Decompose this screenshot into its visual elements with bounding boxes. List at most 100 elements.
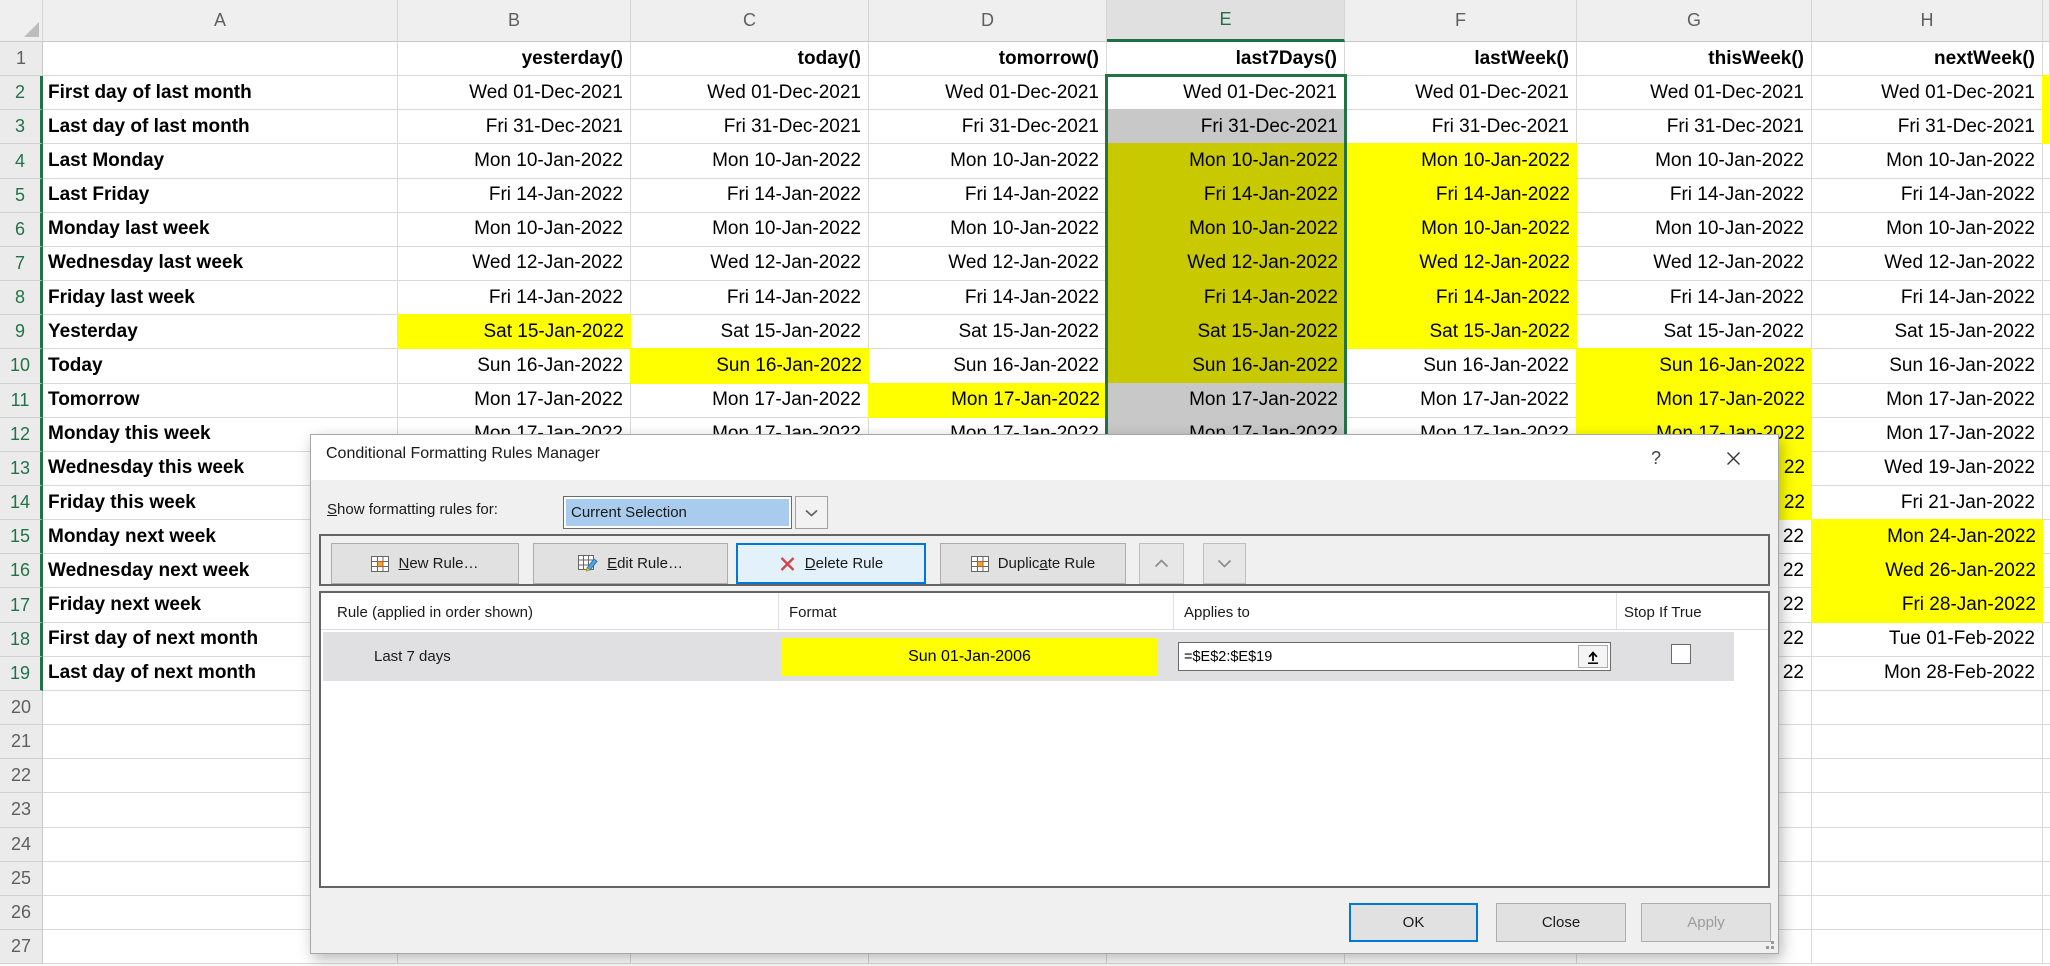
cell-A5[interactable]: Last Friday [43, 179, 398, 213]
cell-H11[interactable]: Mon 17-Jan-2022 [1812, 384, 2043, 418]
cell-I25[interactable] [2043, 862, 2050, 896]
cell-I16[interactable] [2043, 554, 2050, 588]
row-header-26[interactable]: 26 [0, 896, 43, 930]
cell-I5[interactable] [2043, 179, 2050, 213]
close-button[interactable] [1716, 443, 1750, 473]
cell-G6[interactable]: Mon 10-Jan-2022 [1577, 213, 1812, 247]
cell-A4[interactable]: Last Monday [43, 144, 398, 178]
cell-B6[interactable]: Mon 10-Jan-2022 [398, 213, 631, 247]
cell-B11[interactable]: Mon 17-Jan-2022 [398, 384, 631, 418]
cell-G5[interactable]: Fri 14-Jan-2022 [1577, 179, 1812, 213]
cell-I21[interactable] [2043, 725, 2050, 759]
cell-B5[interactable]: Fri 14-Jan-2022 [398, 179, 631, 213]
cell-E5[interactable]: Fri 14-Jan-2022 [1106, 178, 1345, 213]
cell-F1[interactable]: lastWeek() [1345, 42, 1577, 76]
cell-I22[interactable] [2043, 759, 2050, 793]
cell-C2[interactable]: Wed 01-Dec-2021 [631, 76, 869, 110]
cell-A2[interactable]: First day of last month [43, 76, 398, 110]
cell-H6[interactable]: Mon 10-Jan-2022 [1812, 213, 2043, 247]
cell-F6[interactable]: Mon 10-Jan-2022 [1344, 212, 1577, 247]
row-header-12[interactable]: 12 [0, 418, 43, 452]
row-header-13[interactable]: 13 [0, 452, 43, 486]
cell-A10[interactable]: Today [43, 349, 398, 383]
collapse-dialog-button[interactable] [1578, 645, 1608, 668]
cell-G10[interactable]: Sun 16-Jan-2022 [1576, 348, 1812, 383]
cell-H9[interactable]: Sat 15-Jan-2022 [1812, 315, 2043, 349]
cell-C3[interactable]: Fri 31-Dec-2021 [631, 110, 869, 144]
cell-H25[interactable] [1812, 862, 2043, 896]
cell-C7[interactable]: Wed 12-Jan-2022 [631, 247, 869, 281]
cell-I19[interactable] [2043, 657, 2050, 691]
row-header-18[interactable]: 18 [0, 623, 43, 657]
cell-C11[interactable]: Mon 17-Jan-2022 [631, 384, 869, 418]
cell-A6[interactable]: Monday last week [43, 213, 398, 247]
cell-I24[interactable] [2043, 828, 2050, 862]
cell-I12[interactable] [2043, 418, 2050, 452]
cell-A8[interactable]: Friday last week [43, 281, 398, 315]
col-header-I-sliver[interactable] [2043, 0, 2050, 42]
delete-rule-button[interactable]: Delete Rule [736, 543, 926, 584]
cell-F10[interactable]: Sun 16-Jan-2022 [1345, 349, 1577, 383]
cell-H20[interactable] [1812, 691, 2043, 725]
cell-C1[interactable]: today() [631, 42, 869, 76]
cell-H10[interactable]: Sun 16-Jan-2022 [1812, 349, 2043, 383]
row-header-23[interactable]: 23 [0, 793, 43, 827]
cell-I14[interactable] [2043, 486, 2050, 520]
cell-D7[interactable]: Wed 12-Jan-2022 [869, 247, 1107, 281]
col-header-E[interactable]: E [1107, 0, 1345, 42]
stop-if-true-checkbox[interactable] [1671, 644, 1691, 664]
cell-H26[interactable] [1812, 896, 2043, 930]
cell-B2[interactable]: Wed 01-Dec-2021 [398, 76, 631, 110]
cell-E3[interactable]: Fri 31-Dec-2021 [1106, 109, 1345, 144]
row-header-14[interactable]: 14 [0, 486, 43, 520]
row-header-3[interactable]: 3 [0, 110, 43, 144]
cell-I2[interactable] [2042, 75, 2050, 110]
cell-I23[interactable] [2043, 793, 2050, 827]
cell-I9[interactable] [2043, 315, 2050, 349]
cell-A7[interactable]: Wednesday last week [43, 247, 398, 281]
col-header-F[interactable]: F [1345, 0, 1577, 42]
cell-D11[interactable]: Mon 17-Jan-2022 [868, 383, 1107, 418]
row-header-9[interactable]: 9 [0, 315, 43, 349]
cell-I1[interactable] [2043, 42, 2050, 76]
cell-I15[interactable] [2043, 520, 2050, 554]
cell-E1[interactable]: last7Days() [1107, 42, 1345, 76]
row-header-19[interactable]: 19 [0, 657, 43, 691]
cell-I27[interactable] [2043, 930, 2050, 964]
cell-F5[interactable]: Fri 14-Jan-2022 [1344, 178, 1577, 213]
cell-I26[interactable] [2043, 896, 2050, 930]
cell-I8[interactable] [2043, 281, 2050, 315]
row-header-8[interactable]: 8 [0, 281, 43, 315]
col-header-G[interactable]: G [1577, 0, 1812, 42]
cell-I4[interactable] [2043, 144, 2050, 178]
col-header-A[interactable]: A [43, 0, 398, 42]
cell-B9[interactable]: Sat 15-Jan-2022 [397, 314, 631, 349]
cell-F11[interactable]: Mon 17-Jan-2022 [1345, 384, 1577, 418]
close-dialog-button[interactable]: Close [1496, 903, 1626, 942]
cell-H5[interactable]: Fri 14-Jan-2022 [1812, 179, 2043, 213]
cell-E9[interactable]: Sat 15-Jan-2022 [1106, 314, 1345, 349]
cell-H21[interactable] [1812, 725, 2043, 759]
cell-I3[interactable] [2042, 109, 2050, 144]
col-header-C[interactable]: C [631, 0, 869, 42]
cell-B7[interactable]: Wed 12-Jan-2022 [398, 247, 631, 281]
cell-H23[interactable] [1812, 793, 2043, 827]
cell-B4[interactable]: Mon 10-Jan-2022 [398, 144, 631, 178]
cell-I20[interactable] [2043, 691, 2050, 725]
cell-H17[interactable]: Fri 28-Jan-2022 [1811, 587, 2043, 622]
cell-A11[interactable]: Tomorrow [43, 384, 398, 418]
cell-D9[interactable]: Sat 15-Jan-2022 [869, 315, 1107, 349]
cell-C9[interactable]: Sat 15-Jan-2022 [631, 315, 869, 349]
cell-D4[interactable]: Mon 10-Jan-2022 [869, 144, 1107, 178]
cell-H3[interactable]: Fri 31-Dec-2021 [1812, 110, 2043, 144]
row-header-1[interactable]: 1 [0, 42, 43, 76]
row-header-11[interactable]: 11 [0, 384, 43, 418]
cell-C4[interactable]: Mon 10-Jan-2022 [631, 144, 869, 178]
row-header-7[interactable]: 7 [0, 247, 43, 281]
cell-E10[interactable]: Sun 16-Jan-2022 [1106, 348, 1345, 383]
row-header-22[interactable]: 22 [0, 759, 43, 793]
cell-E7[interactable]: Wed 12-Jan-2022 [1106, 246, 1345, 281]
cell-I18[interactable] [2043, 623, 2050, 657]
ok-button[interactable]: OK [1349, 903, 1478, 942]
row-header-17[interactable]: 17 [0, 588, 43, 622]
